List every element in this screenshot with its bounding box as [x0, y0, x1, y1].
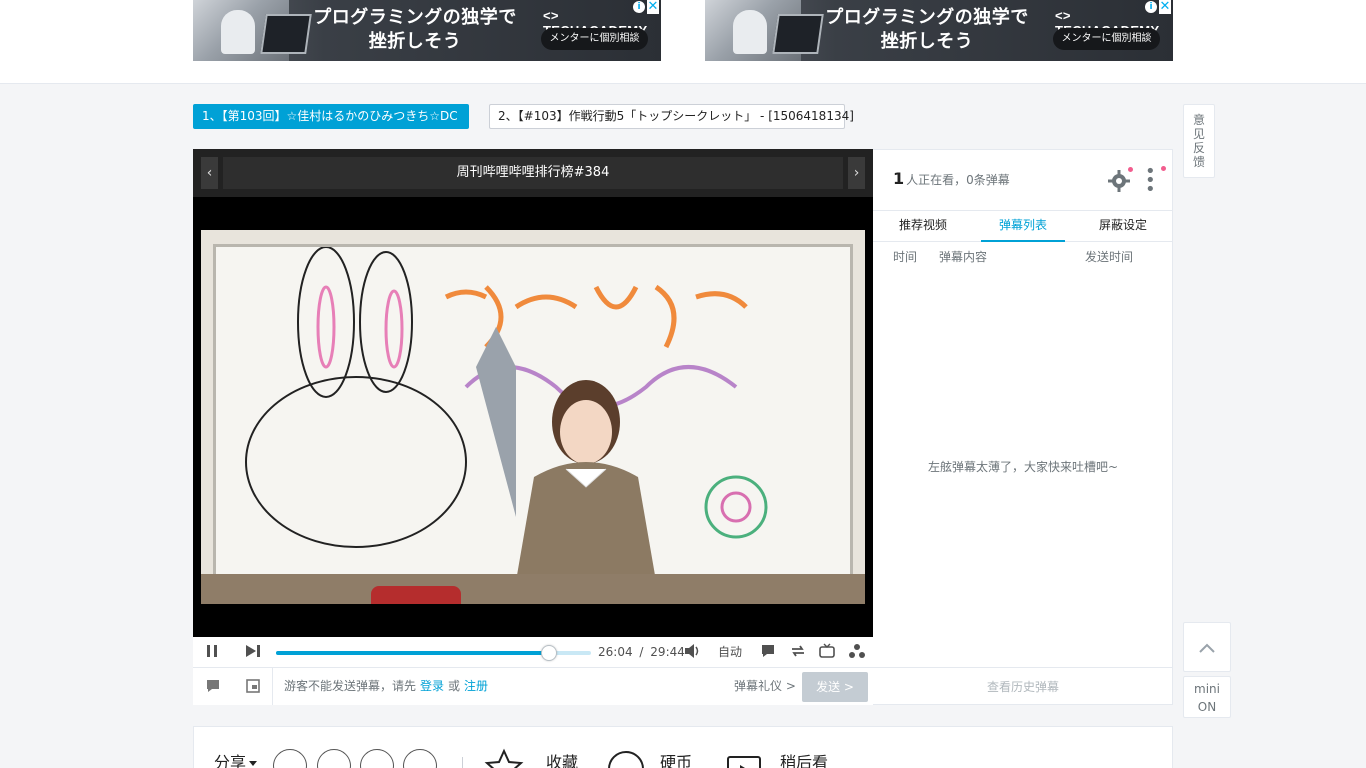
- time-separator: /: [639, 645, 644, 659]
- notification-dot: [1161, 166, 1166, 171]
- video-chair: [371, 586, 461, 604]
- tv-icon[interactable]: [817, 643, 837, 661]
- viewer-info: 1 人正在看，0条弹幕: [893, 168, 1010, 191]
- player-controls: 26:04 / 29:44 自动: [193, 637, 873, 667]
- next-video-button[interactable]: ›: [848, 157, 865, 189]
- watch-later-button[interactable]: 稍后看: [780, 749, 828, 768]
- ad-banner-2[interactable]: プログラミングの独学で 挫折しそう <> TECHACADEMY メンターに個別…: [705, 0, 1173, 61]
- danmaku-empty-message: 左舷弹幕太薄了，大家快来吐槽吧~: [927, 460, 1119, 474]
- ad-info-icon[interactable]: i: [633, 1, 645, 13]
- toolbar-divider: [462, 757, 463, 768]
- ad-cta-button[interactable]: メンターに個別相談: [1053, 28, 1160, 50]
- coin-icon[interactable]: [606, 747, 646, 768]
- col-send-time[interactable]: 发送时间: [1085, 248, 1133, 265]
- col-content[interactable]: 弹幕内容: [939, 248, 987, 265]
- ad-bar: プログラミングの独学で 挫折しそう <> TECHACADEMY メンターに個別…: [0, 0, 1366, 84]
- pause-icon[interactable]: [203, 643, 221, 661]
- danmaku-settings-icon[interactable]: [847, 643, 867, 661]
- danmaku-side-panel: 1 人正在看，0条弹幕 • • • 推荐视频 弹幕列表 屏蔽设定 时间 弹幕内容 发送…: [873, 149, 1173, 705]
- tab-danmaku-list[interactable]: 弹幕列表: [981, 211, 1065, 242]
- viewer-count: 1: [893, 169, 905, 188]
- ad-headline: プログラミングの独学で 挫折しそう: [305, 6, 525, 54]
- danmaku-style-icon[interactable]: [205, 678, 221, 696]
- prev-video-button[interactable]: ‹: [201, 157, 218, 189]
- ad-headline-line1: プログラミングの独学で: [825, 7, 1029, 28]
- video-frame[interactable]: [201, 230, 865, 604]
- ad-headline-line2: 挫折しそう: [880, 31, 974, 52]
- share-qq-icon[interactable]: [360, 749, 394, 768]
- tab-block-settings[interactable]: 屏蔽设定: [1073, 211, 1173, 242]
- ad-headline-line1: プログラミングの独学で: [313, 7, 517, 28]
- share-tieba-icon[interactable]: [403, 749, 437, 768]
- tab-recommended[interactable]: 推荐视频: [873, 211, 973, 242]
- coin-button[interactable]: 硬币: [660, 749, 692, 768]
- ad-close-icon[interactable]: ✕: [647, 0, 659, 14]
- progress-fill: [276, 651, 549, 655]
- more-options-icon[interactable]: • • •: [1145, 163, 1156, 199]
- register-link[interactable]: 注册: [464, 679, 488, 693]
- danmaku-etiquette-link[interactable]: 弹幕礼仪 >: [734, 668, 796, 705]
- feedback-char: 意: [1192, 113, 1205, 127]
- volume-icon[interactable]: [682, 643, 702, 661]
- danmaku-list-header: 时间 弹幕内容 发送时间: [873, 248, 1173, 268]
- whiteboard-image: [213, 244, 853, 584]
- danmaku-send-bar: 游客不能发送弹幕，请先 登录或注册 弹幕礼仪 > 发送 >: [193, 667, 873, 705]
- back-to-top-button[interactable]: [1183, 622, 1231, 672]
- mini-label: mini: [1194, 682, 1220, 696]
- feedback-char: 见: [1192, 127, 1205, 141]
- loop-icon[interactable]: [788, 643, 808, 661]
- current-time: 26:04: [598, 645, 633, 659]
- part-tab-1[interactable]: 1、【第103回】☆佳村はるかのひみつきち☆DC: [193, 104, 469, 129]
- time-display: 26:04 / 29:44: [598, 643, 685, 661]
- viewer-text: 人正在看，0条弹幕: [906, 173, 1010, 187]
- next-episode-icon[interactable]: [243, 643, 263, 661]
- feedback-char: 馈: [1192, 155, 1205, 169]
- video-floor: [201, 574, 865, 604]
- part-tab-2[interactable]: 2、【#103】作戦行動5「トップシークレット」 - [1506418134]: [489, 104, 854, 129]
- danmaku-login-hint: 游客不能发送弹幕，请先 登录或注册: [284, 668, 492, 705]
- send-danmaku-button[interactable]: 发送 >: [802, 672, 868, 702]
- danmaku-icons: [193, 668, 273, 705]
- share-dropdown[interactable]: 分享: [214, 749, 257, 768]
- col-time[interactable]: 时间: [893, 248, 917, 265]
- video-content-illustration: [245, 246, 768, 581]
- quality-selector[interactable]: 自动: [715, 643, 745, 661]
- ad-banner-1[interactable]: プログラミングの独学で 挫折しそう <> TECHACADEMY メンターに個別…: [193, 0, 661, 61]
- view-history-danmaku-button[interactable]: 查看历史弹幕: [873, 667, 1173, 705]
- star-icon[interactable]: [484, 747, 524, 768]
- feedback-button[interactable]: 意 见 反 馈: [1183, 104, 1215, 178]
- mini-player-toggle[interactable]: mini ON: [1183, 676, 1231, 718]
- ad-headline-line2: 挫折しそう: [368, 31, 462, 52]
- favorite-button[interactable]: 收藏: [546, 749, 578, 768]
- notification-dot: [1128, 167, 1133, 172]
- mini-state: ON: [1197, 700, 1217, 714]
- feedback-char: 反: [1192, 141, 1205, 155]
- screenshot-icon[interactable]: [245, 678, 261, 696]
- or-text: 或: [448, 679, 461, 693]
- login-link[interactable]: 登录: [420, 679, 444, 693]
- ad-close-icon[interactable]: ✕: [1159, 0, 1171, 14]
- player-title-bar: ‹ 周刊哔哩哔哩排行榜#384 ›: [193, 149, 873, 197]
- hint-text: 游客不能发送弹幕，请先: [284, 679, 417, 693]
- duration: 29:44: [650, 645, 685, 659]
- ad-headline: プログラミングの独学で 挫折しそう: [817, 6, 1037, 54]
- share-weibo-icon[interactable]: [273, 749, 307, 768]
- watch-later-icon[interactable]: [724, 747, 764, 768]
- share-qzone-icon[interactable]: [317, 749, 351, 768]
- progress-bar[interactable]: [276, 645, 591, 661]
- danmaku-toggle-icon[interactable]: [758, 643, 778, 661]
- ad-cta-button[interactable]: メンターに個別相談: [541, 28, 648, 50]
- action-toolbar: 分享 收藏 硬币 稍后看: [193, 726, 1173, 768]
- side-tabs: 推荐视频 弹幕列表 屏蔽设定: [873, 210, 1173, 242]
- chevron-up-icon: [1199, 643, 1215, 653]
- ad-info-icon[interactable]: i: [1145, 1, 1157, 13]
- player-title: 周刊哔哩哔哩排行榜#384: [223, 157, 843, 189]
- gear-icon[interactable]: [1107, 169, 1131, 193]
- video-player: ‹ 周刊哔哩哔哩排行榜#384 › 26:04 / 29:44 自动 游客不能发…: [193, 149, 873, 705]
- progress-thumb[interactable]: [540, 645, 557, 661]
